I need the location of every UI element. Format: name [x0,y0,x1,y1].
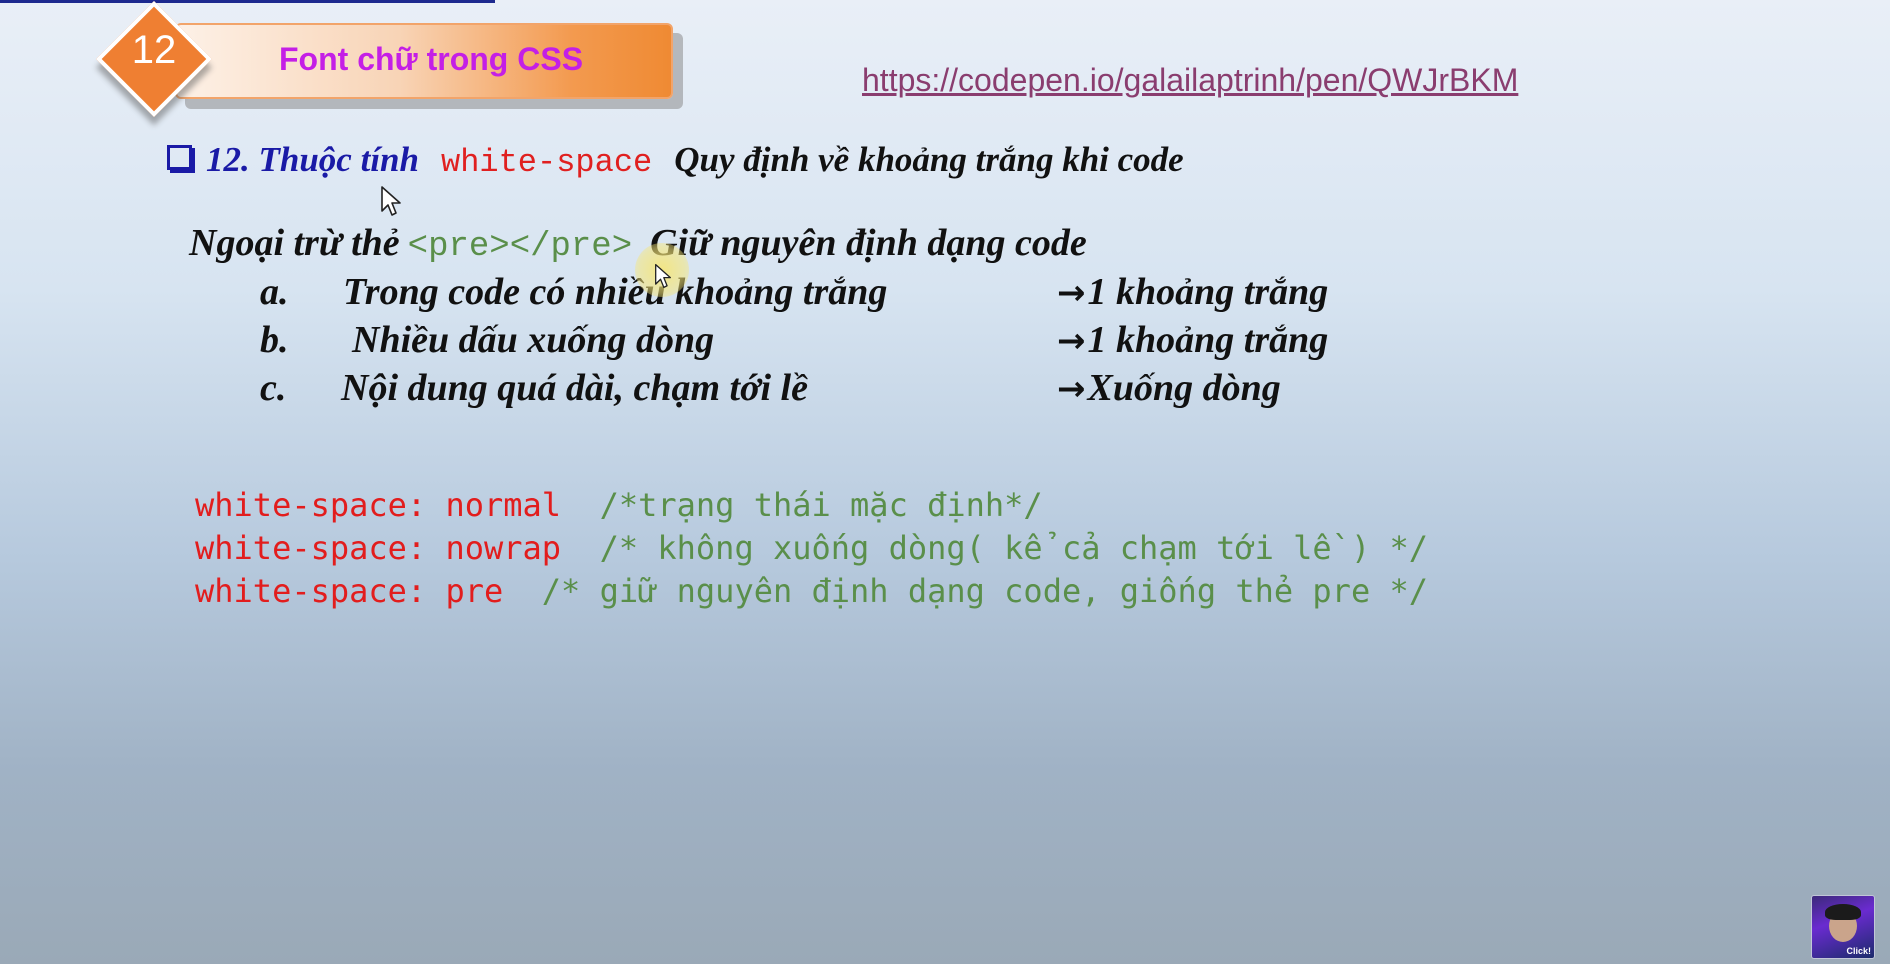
code-line: white-space: normal /*trạng thái mặc địn… [195,484,1428,527]
code-declaration: white-space: normal [195,486,562,524]
avatar-label: Click! [1846,946,1871,956]
codepen-link[interactable]: https://codepen.io/galailaptrinh/pen/QWJ… [862,62,1518,99]
list-result-text: Xuống dòng [1087,367,1281,409]
right-arrow-icon: → [1057,273,1086,313]
mouse-pointer-icon [381,186,401,216]
list-item: a. Trong code có nhiều khoảng trắng →1 k… [0,270,1890,320]
checkbox-bullet-icon [167,145,195,173]
list-letter: a. [260,271,289,313]
code-declaration: white-space: nowrap [195,529,562,567]
list-text: Trong code có nhiều khoảng trắng [343,271,888,313]
code-comment: /* giữ nguyên định dạng code, giống thẻ … [503,572,1428,610]
code-comment: /* không xuống dòng( kể cả chạm tới lề )… [561,529,1428,567]
right-arrow-icon: → [1057,369,1086,409]
heading-property: white-space [440,144,653,181]
list-result: →1 khoảng trắng [1057,270,1328,314]
heading-description: Quy định về khoảng trắng khi code [674,140,1184,179]
avatar-hair [1825,904,1861,920]
code-block: white-space: normal /*trạng thái mặc địn… [195,484,1428,613]
list-item: c. Nội dung quá dài, chạm tới lề →Xuống … [0,366,1890,416]
slide-title: Font chữ trong CSS [279,41,584,77]
list-text: Nhiều dấu xuống dòng [352,319,715,361]
code-line: white-space: nowrap /* không xuống dòng(… [195,527,1428,570]
section-heading: 12. Thuộc tính white-space Quy định về kho… [167,140,1184,181]
exception-prefix: Ngoại trừ thẻ [189,222,400,264]
list-letter: c. [260,367,287,409]
list-item: b. Nhiều dấu xuống dòng →1 khoảng trắng [0,318,1890,368]
list-text: Nội dung quá dài, chạm tới lề [341,367,808,409]
list-result-text: 1 khoảng trắng [1087,319,1329,361]
list-result-text: 1 khoảng trắng [1087,271,1329,313]
list-letter: b. [260,319,289,361]
right-arrow-icon: → [1057,321,1086,361]
heading-prefix: 12. Thuộc tính [206,140,419,179]
title-banner: Font chữ trong CSS [175,23,673,99]
top-progress-line [0,0,495,3]
slide-number: 12 [131,28,177,72]
list-result: →Xuống dòng [1057,366,1281,410]
mouse-pointer-icon [655,263,671,289]
list-result: →1 khoảng trắng [1057,318,1328,362]
code-declaration: white-space: pre [195,572,504,610]
channel-avatar[interactable]: Click! [1811,895,1875,959]
code-line: white-space: pre /* giữ nguyên định dạng… [195,570,1428,613]
exception-tag: <pre></pre> [407,228,633,266]
exception-suffix: Giữ nguyên định dạng code [650,222,1087,264]
code-comment: /*trạng thái mặc định*/ [561,486,1043,524]
